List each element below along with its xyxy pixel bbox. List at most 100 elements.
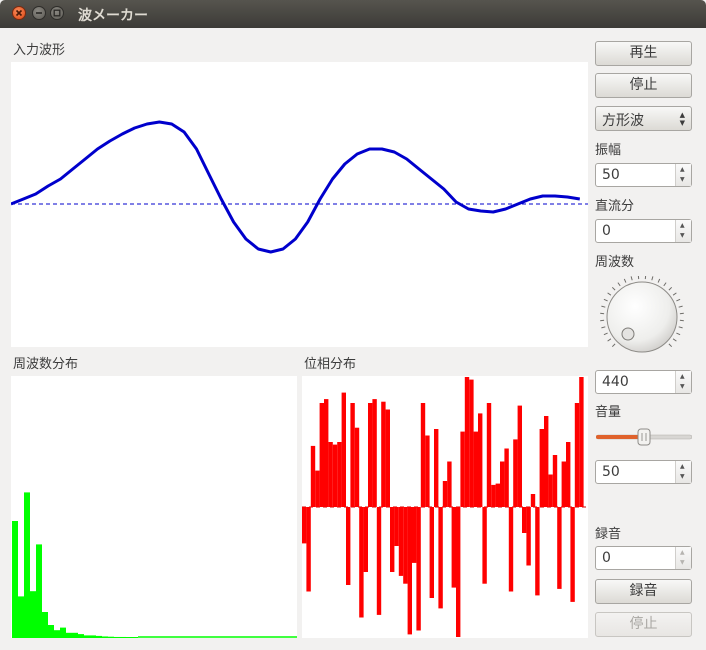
dial-tick [630,276,633,281]
dial-tick [663,282,667,287]
stop-button[interactable]: 停止 [595,73,692,98]
minimize-icon[interactable] [32,6,46,20]
close-icon[interactable] [12,6,26,20]
phase-bar [412,507,417,563]
phase-bar [526,507,531,566]
spin-down-icon[interactable]: ▼ [680,560,685,566]
volume-fill [596,435,644,439]
phase-bar [381,401,386,507]
phase-bar [403,507,408,584]
spin-up-icon[interactable]: ▲ [680,167,685,173]
phase-bar [544,416,549,507]
spin-down-icon[interactable]: ▼ [680,384,685,390]
spectrum-bar [54,630,60,638]
phase-bar [447,461,452,507]
record-button[interactable]: 録音 [595,579,692,604]
dial-tick [672,338,677,342]
spin-down-icon[interactable]: ▼ [680,474,685,480]
dc-offset-spinbox[interactable]: 0 ▲ ▼ [595,219,692,243]
dial-tick [676,298,681,302]
phase-bar [390,507,395,572]
maximize-icon[interactable] [50,6,64,20]
amplitude-spinbox[interactable]: 50 ▲ ▼ [595,163,692,187]
amplitude-value: 50 [602,167,620,183]
phase-bar [557,507,562,589]
phase-bar [429,507,434,598]
phase-bar [574,403,580,507]
waveform-plot [10,120,588,254]
spectrum-bar [60,627,66,638]
dial-tick [657,278,661,283]
dial-tick [668,286,673,291]
phase-bar [464,377,470,507]
record-value: 0 [602,550,611,566]
dial-tick [601,326,606,329]
spectrum-bar [48,625,54,638]
amplitude-label: 振幅 [595,143,622,158]
phase-bar [319,403,324,507]
phase-bar [548,474,553,507]
phase-bar [517,405,522,507]
waveform-line [10,120,581,254]
phase-bar [473,431,478,507]
spin-up-icon[interactable]: ▲ [680,464,685,470]
wave-type-select[interactable]: 方形波 ▲ ▼ [595,106,692,131]
phase-bar [552,455,558,507]
phase-bar [341,392,346,507]
dial-tick [611,286,616,291]
spin-up-icon[interactable]: ▲ [680,374,685,380]
spectrum-panel [11,376,297,638]
phase-bar [346,507,351,585]
volume-spinbox[interactable]: 50 ▲ ▼ [595,460,692,484]
phase-bar [561,461,566,507]
dial-tick [617,282,621,287]
phase-bar [579,377,584,507]
phase-bar [350,403,355,507]
phase-bar [398,507,404,576]
dial-indicator [621,327,635,341]
record-spinbox[interactable]: 0 ▲ ▼ [595,546,692,570]
phase-bar [306,507,311,592]
phase-bar [456,507,461,637]
frequency-dial[interactable] [598,275,688,358]
phase-bar [434,429,439,507]
phase-bar [407,507,412,635]
phase-bar [570,507,575,602]
phase-bar [310,445,316,507]
spectrum-bar [24,492,30,638]
phase-bar [425,435,430,507]
phase-bar [359,507,364,618]
phase-bar [416,507,421,631]
phase-bar [368,403,373,507]
volume-slider[interactable] [595,428,693,448]
phase-bar [566,442,571,507]
dial-tick [623,278,627,283]
phase-bar [302,507,307,544]
spin-down-icon[interactable]: ▼ [680,233,685,239]
spectrum-bar [30,591,36,638]
phase-bar [394,507,399,546]
frequency-value: 440 [602,374,629,390]
spin-up-icon[interactable]: ▲ [680,223,685,229]
play-button[interactable]: 再生 [595,41,692,66]
phase-bar [486,403,492,507]
updown-arrow-icon: ▲ ▼ [679,111,685,127]
slider-handle[interactable] [637,428,651,446]
dial-tick [603,298,608,302]
spectrum-bar [66,632,72,638]
record-label: 録音 [595,527,622,542]
window-title: 波メーカー [78,8,148,24]
spectrum-bar [102,636,108,638]
dial-tick [601,305,606,308]
title-bar: 波メーカー [0,0,706,28]
dial-tick [672,292,677,296]
spin-down-icon[interactable]: ▼ [680,177,685,183]
spectrum-bar [84,635,90,638]
spin-up-icon[interactable]: ▲ [680,550,685,556]
frequency-spinbox[interactable]: 440 ▲ ▼ [595,370,692,394]
phase-plot [302,377,588,637]
phase-bar [363,507,368,572]
record-stop-button[interactable]: 停止 [595,612,692,637]
phase-bar [495,483,500,507]
spectrum-bar [114,636,120,638]
